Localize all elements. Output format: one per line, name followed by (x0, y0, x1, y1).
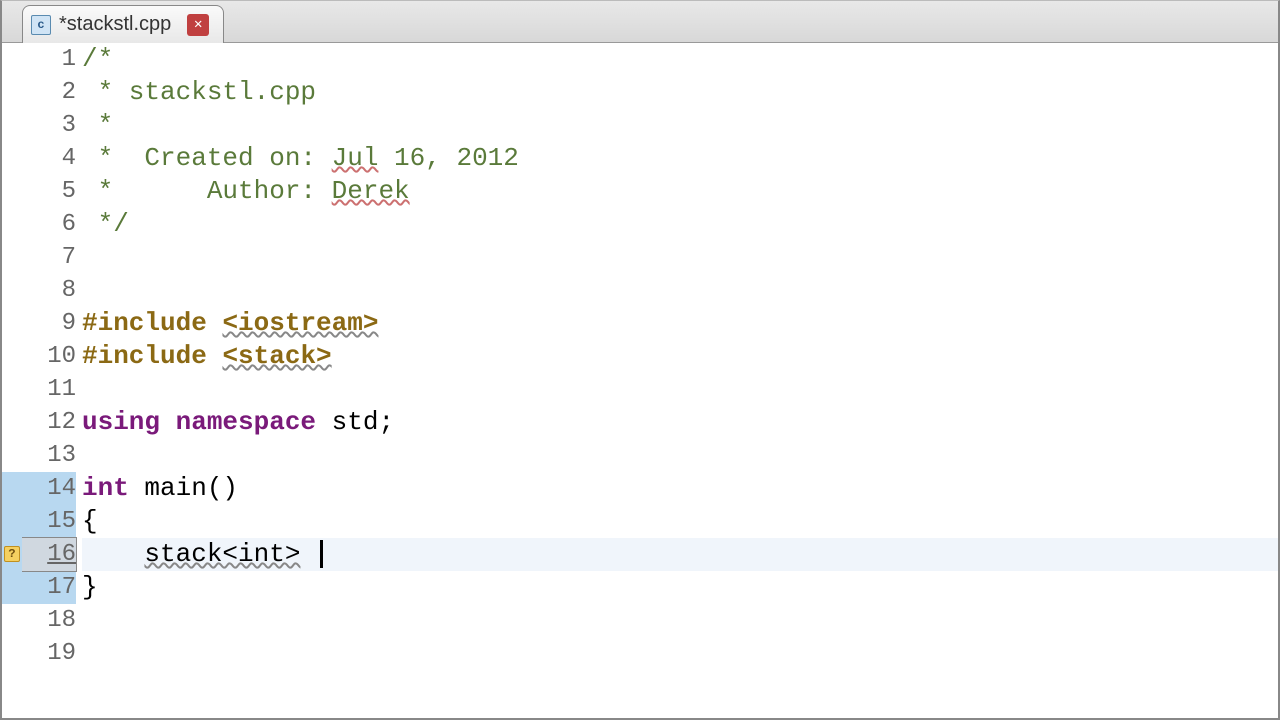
code-line[interactable] (82, 274, 1278, 307)
code-line[interactable]: #include <stack> (82, 340, 1278, 373)
marker-cell (2, 571, 22, 604)
line-number: 13 (22, 439, 76, 472)
line-number: 15 (22, 505, 76, 538)
marker-cell (2, 142, 22, 175)
code-area[interactable]: /* * stackstl.cpp * * Created on: Jul 16… (82, 43, 1278, 718)
marker-column: ? (2, 43, 22, 718)
line-number: 17 (22, 571, 76, 604)
line-number: 11 (22, 373, 76, 406)
line-number: 9 (22, 307, 76, 340)
text-cursor (320, 540, 323, 568)
code-line[interactable] (82, 439, 1278, 472)
cpp-file-icon: c (31, 15, 51, 35)
line-number: 12 (22, 406, 76, 439)
editor-window: c *stackstl.cpp ✕ ? 12345678910111213141… (0, 0, 1280, 720)
code-line[interactable]: * Author: Derek (82, 175, 1278, 208)
line-number: 3 (22, 109, 76, 142)
code-line[interactable]: using namespace std; (82, 406, 1278, 439)
code-line[interactable] (82, 373, 1278, 406)
marker-cell (2, 76, 22, 109)
marker-cell (2, 274, 22, 307)
marker-cell (2, 43, 22, 76)
marker-cell (2, 175, 22, 208)
marker-cell (2, 406, 22, 439)
line-number: 16 (22, 538, 76, 571)
code-line[interactable] (82, 241, 1278, 274)
editor-body[interactable]: ? 12345678910111213141516171819 /* * sta… (2, 43, 1278, 718)
line-number: 1 (22, 43, 76, 76)
line-number: 10 (22, 340, 76, 373)
marker-cell (2, 340, 22, 373)
marker-cell (2, 604, 22, 637)
tab-title: *stackstl.cpp (59, 13, 171, 36)
marker-cell (2, 472, 22, 505)
line-number: 4 (22, 142, 76, 175)
line-number: 18 (22, 604, 76, 637)
line-number: 8 (22, 274, 76, 307)
code-line[interactable]: { (82, 505, 1278, 538)
marker-cell (2, 637, 22, 670)
marker-cell (2, 241, 22, 274)
code-line[interactable]: * Created on: Jul 16, 2012 (82, 142, 1278, 175)
marker-cell (2, 208, 22, 241)
line-number: 19 (22, 637, 76, 670)
marker-cell (2, 373, 22, 406)
code-line[interactable]: stack<int> (82, 538, 1278, 571)
code-line[interactable]: * stackstl.cpp (82, 76, 1278, 109)
line-number: 7 (22, 241, 76, 274)
code-line[interactable]: * (82, 109, 1278, 142)
marker-cell (2, 439, 22, 472)
code-line[interactable]: /* (82, 43, 1278, 76)
line-number: 5 (22, 175, 76, 208)
marker-cell: ? (2, 538, 22, 571)
line-number: 6 (22, 208, 76, 241)
code-line[interactable] (82, 604, 1278, 637)
marker-cell (2, 109, 22, 142)
tab-bar: c *stackstl.cpp ✕ (2, 1, 1278, 43)
code-line[interactable] (82, 637, 1278, 670)
code-line[interactable]: */ (82, 208, 1278, 241)
line-number-gutter: 12345678910111213141516171819 (22, 43, 82, 718)
code-line[interactable]: int main() (82, 472, 1278, 505)
close-icon[interactable]: ✕ (187, 14, 209, 36)
marker-cell (2, 307, 22, 340)
file-tab[interactable]: c *stackstl.cpp ✕ (22, 5, 224, 43)
line-number: 14 (22, 472, 76, 505)
warning-icon[interactable]: ? (4, 546, 20, 562)
code-line[interactable]: } (82, 571, 1278, 604)
line-number: 2 (22, 76, 76, 109)
code-line[interactable]: #include <iostream> (82, 307, 1278, 340)
marker-cell (2, 505, 22, 538)
